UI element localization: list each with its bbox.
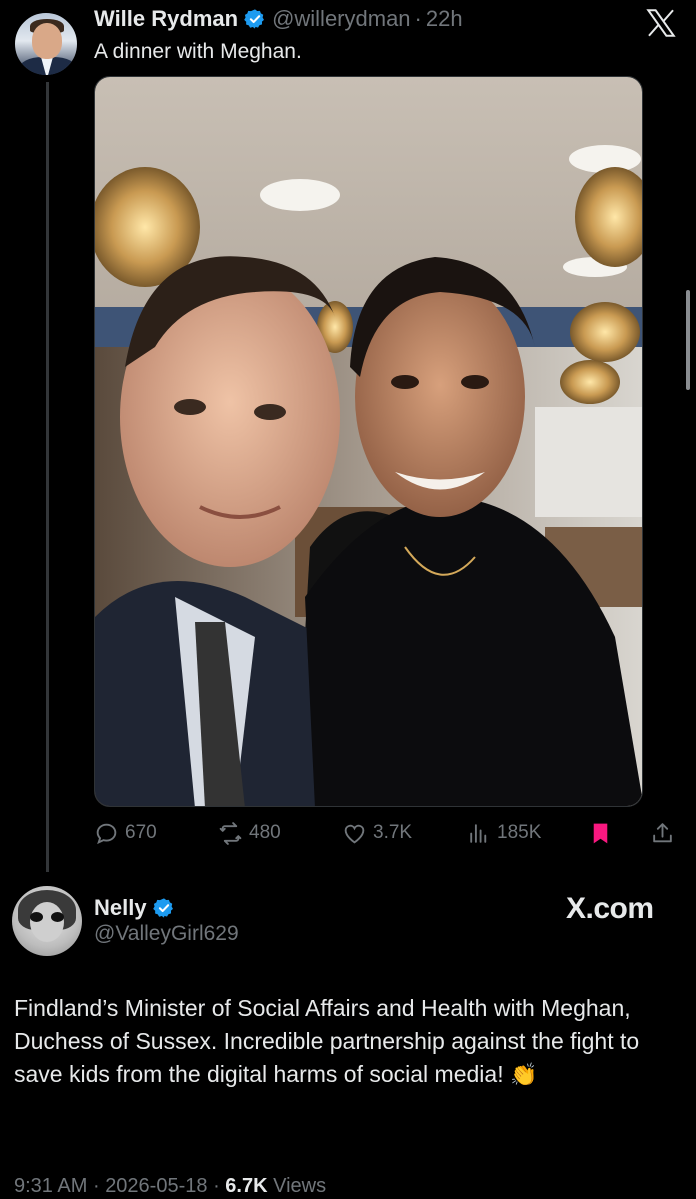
embed-author-row: Nelly xyxy=(94,895,181,921)
embed-author-handle[interactable]: @ValleyGirl629 xyxy=(94,922,239,946)
scrollbar[interactable] xyxy=(686,290,690,390)
tweet-action-bar: 670 480 3.7K 185K xyxy=(94,816,684,850)
xcom-brand-label: X.com xyxy=(566,892,654,925)
author-name[interactable]: Wille Rydman xyxy=(94,6,238,32)
like-button[interactable]: 3.7K xyxy=(342,816,412,850)
separator-dot: · xyxy=(213,1175,220,1197)
embed-time: 9:31 AM xyxy=(14,1175,88,1197)
reply-button[interactable]: 670 xyxy=(94,816,157,850)
bookmark-button[interactable] xyxy=(588,816,619,850)
embed-meta: 9:31 AM · 2026-05-18 · 6.7K Views xyxy=(14,1175,326,1198)
reply-count: 670 xyxy=(125,822,157,843)
views-count: 185K xyxy=(497,822,542,843)
reply-icon xyxy=(96,823,117,844)
tweet-time[interactable]: 22h xyxy=(426,6,463,32)
repost-count: 480 xyxy=(249,822,281,843)
clapping-hands-icon: 👏 xyxy=(509,1062,538,1087)
thread-connector-line xyxy=(46,82,49,872)
like-count: 3.7K xyxy=(373,822,413,843)
separator-dot: · xyxy=(414,6,422,31)
bookmark-icon xyxy=(593,823,608,843)
author-avatar[interactable] xyxy=(13,11,79,77)
share-button[interactable] xyxy=(650,816,681,850)
repost-button[interactable]: 480 xyxy=(218,816,281,850)
views-button[interactable]: 185K xyxy=(466,816,541,850)
embed-author-name[interactable]: Nelly xyxy=(94,895,147,921)
tweet-photo[interactable] xyxy=(94,76,643,807)
share-icon xyxy=(653,822,672,842)
heart-icon xyxy=(344,824,365,843)
embed-views-count: 6.7K xyxy=(225,1175,268,1197)
repost-icon xyxy=(219,821,242,845)
embed-views-label: Views xyxy=(273,1175,327,1197)
x-logo-icon xyxy=(646,9,676,37)
embed-text: Findland’s Minister of Social Affairs an… xyxy=(14,992,654,1091)
embed-author-avatar[interactable] xyxy=(12,886,82,956)
author-handle[interactable]: @willerydman xyxy=(272,6,410,32)
embed-date: 2026-05-18 xyxy=(105,1175,208,1197)
embed-text-body: Findland’s Minister of Social Affairs an… xyxy=(14,995,640,1087)
tweet-text: A dinner with Meghan. xyxy=(94,40,302,63)
verified-badge-icon xyxy=(152,898,173,918)
separator-dot: · xyxy=(92,1175,100,1197)
analytics-icon xyxy=(470,823,487,843)
verified-badge-icon xyxy=(244,9,265,29)
tweet-header: Wille Rydman @willerydman · 22h xyxy=(94,6,463,32)
